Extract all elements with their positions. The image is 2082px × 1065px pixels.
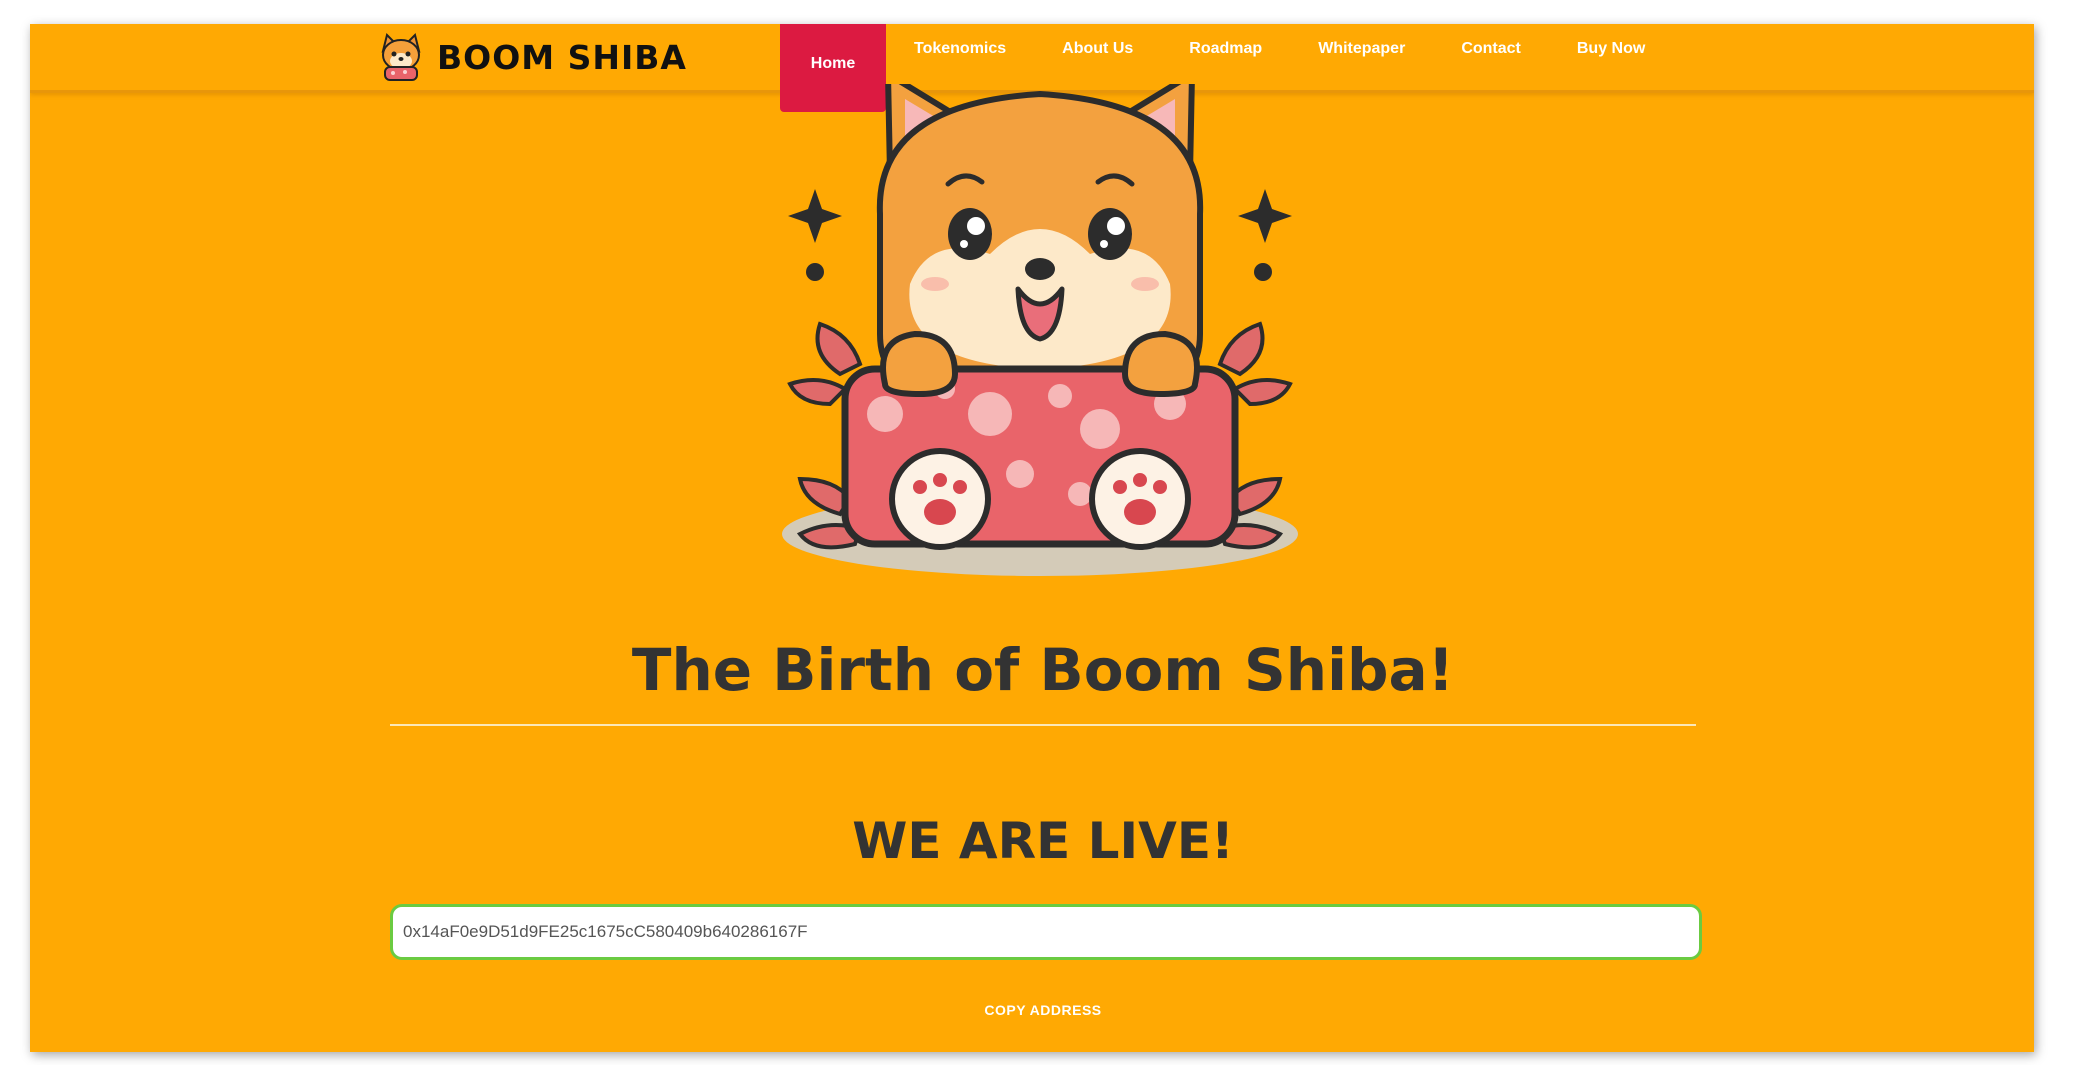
nav-item-roadmap[interactable]: Roadmap bbox=[1161, 24, 1290, 82]
nav-item-buy-now[interactable]: Buy Now bbox=[1549, 24, 1673, 82]
main-nav: Home Tokenomics About Us Roadmap Whitepa… bbox=[780, 24, 1673, 112]
divider bbox=[390, 724, 1696, 726]
brand-name: BOOM SHIBA bbox=[437, 37, 687, 77]
page-title: The Birth of Boom Shiba! bbox=[631, 636, 1455, 704]
navbar: BOOM SHIBA Home Tokenomics About Us Road… bbox=[30, 24, 2034, 112]
nav-item-label: Home bbox=[810, 55, 856, 72]
contract-address-field[interactable] bbox=[390, 904, 1702, 960]
shiba-logo-icon bbox=[381, 33, 421, 81]
shiba-mascot-illustration bbox=[782, 84, 1298, 576]
page-frame: BOOM SHIBA Home Tokenomics About Us Road… bbox=[30, 24, 2034, 1052]
nav-item-contact[interactable]: Contact bbox=[1433, 24, 1549, 82]
nav-item-label: Whitepaper bbox=[1318, 40, 1406, 57]
nav-item-label: Contact bbox=[1461, 40, 1521, 57]
nav-item-label: Buy Now bbox=[1576, 40, 1646, 57]
nav-item-label: Roadmap bbox=[1189, 40, 1263, 57]
nav-item-about-us[interactable]: About Us bbox=[1034, 24, 1161, 82]
nav-item-label: Tokenomics bbox=[914, 40, 1007, 57]
nav-item-tokenomics[interactable]: Tokenomics bbox=[886, 24, 1034, 82]
nav-item-label: About Us bbox=[1062, 40, 1134, 57]
nav-item-whitepaper[interactable]: Whitepaper bbox=[1290, 24, 1433, 82]
live-heading: WE ARE LIVE! bbox=[852, 812, 1234, 870]
brand[interactable]: BOOM SHIBA bbox=[375, 28, 687, 86]
copy-address-button[interactable]: COPY ADDRESS bbox=[970, 1002, 1116, 1018]
